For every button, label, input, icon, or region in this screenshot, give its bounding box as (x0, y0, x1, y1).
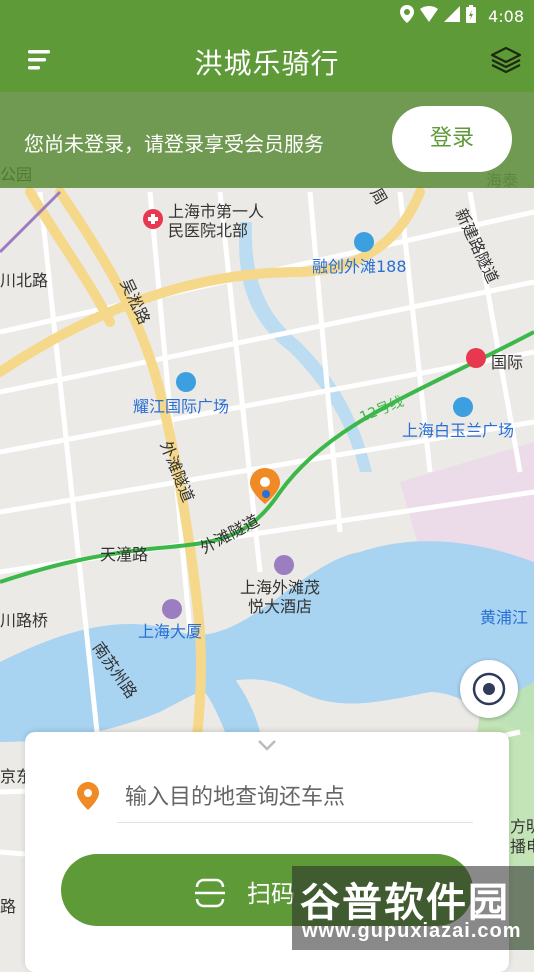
login-button[interactable]: 登录 (392, 106, 512, 172)
locate-me-button[interactable] (460, 660, 518, 718)
map-label-tiantong: 天潼路 (100, 545, 148, 564)
signal-icon (444, 6, 461, 26)
map-label-hotel-1: 上海外滩茂 (240, 578, 320, 597)
destination-pin-icon (77, 782, 99, 814)
map-label-dian: 播电 (510, 837, 534, 856)
login-prompt-text: 您尚未登录，请登录享受会员服务 (24, 132, 324, 156)
location-status-icon (400, 5, 415, 27)
map-label-chuanlu-bridge: 川路桥 (0, 611, 48, 630)
map-label-baiyulan: 上海白玉兰广场 (402, 421, 514, 440)
wifi-icon (420, 6, 439, 26)
map-label-hospital: 上海市第一人 (168, 202, 264, 221)
locate-icon (472, 672, 506, 706)
status-time: 4:08 (488, 6, 524, 26)
map-label-chuanbei: 川北路 (0, 271, 48, 290)
status-bar: 4:08 (0, 0, 534, 28)
scan-label: 扫码 (247, 880, 295, 908)
map-label-rongchuang: 融创外滩188 (312, 257, 407, 276)
app-header: 洪城乐骑行 (0, 28, 534, 92)
watermark-url: www.gupuxiazai.com (302, 920, 522, 942)
watermark: 谷普软件园 www.gupuxiazai.com (292, 866, 534, 950)
destination-search-input[interactable] (117, 772, 473, 823)
scan-icon (195, 878, 225, 914)
map-label-fangming: 方明 (510, 817, 534, 836)
map-label-hospital-2: 民医院北部 (168, 221, 248, 240)
map-label-guoji: 国际 (491, 353, 523, 372)
map-label-yaojiang: 耀江国际广场 (133, 397, 229, 416)
map-label-huangpu: 黄浦江 (480, 608, 528, 627)
map-layers-button[interactable] (490, 44, 522, 76)
layers-icon (490, 46, 522, 74)
battery-icon (466, 5, 477, 27)
app-title: 洪城乐骑行 (194, 47, 340, 80)
map-label-shanghai-mansion: 上海大厦 (138, 622, 202, 641)
map-label-lu: 路 (0, 897, 16, 916)
map-label-hotel-2: 悦大酒店 (248, 597, 312, 616)
collapse-chevron-icon[interactable] (255, 736, 279, 754)
login-banner: 您尚未登录，请登录享受会员服务 登录 (0, 92, 534, 188)
